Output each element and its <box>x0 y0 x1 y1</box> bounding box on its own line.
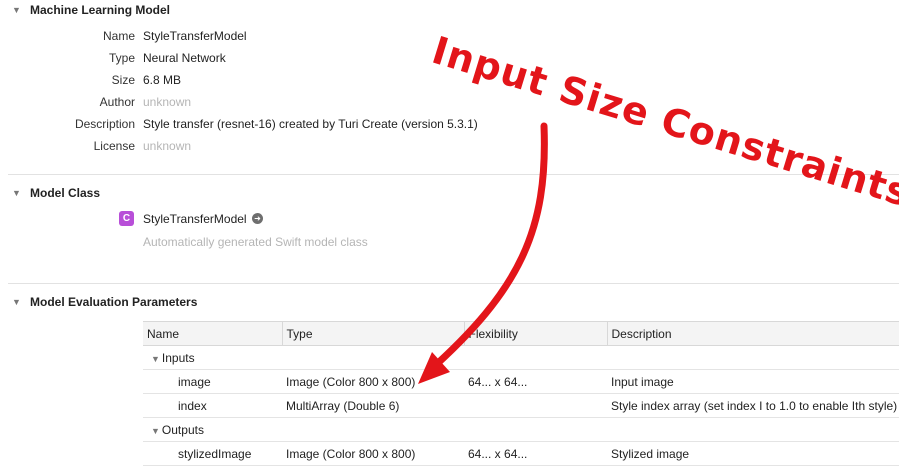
annotation-arrow <box>418 122 548 384</box>
